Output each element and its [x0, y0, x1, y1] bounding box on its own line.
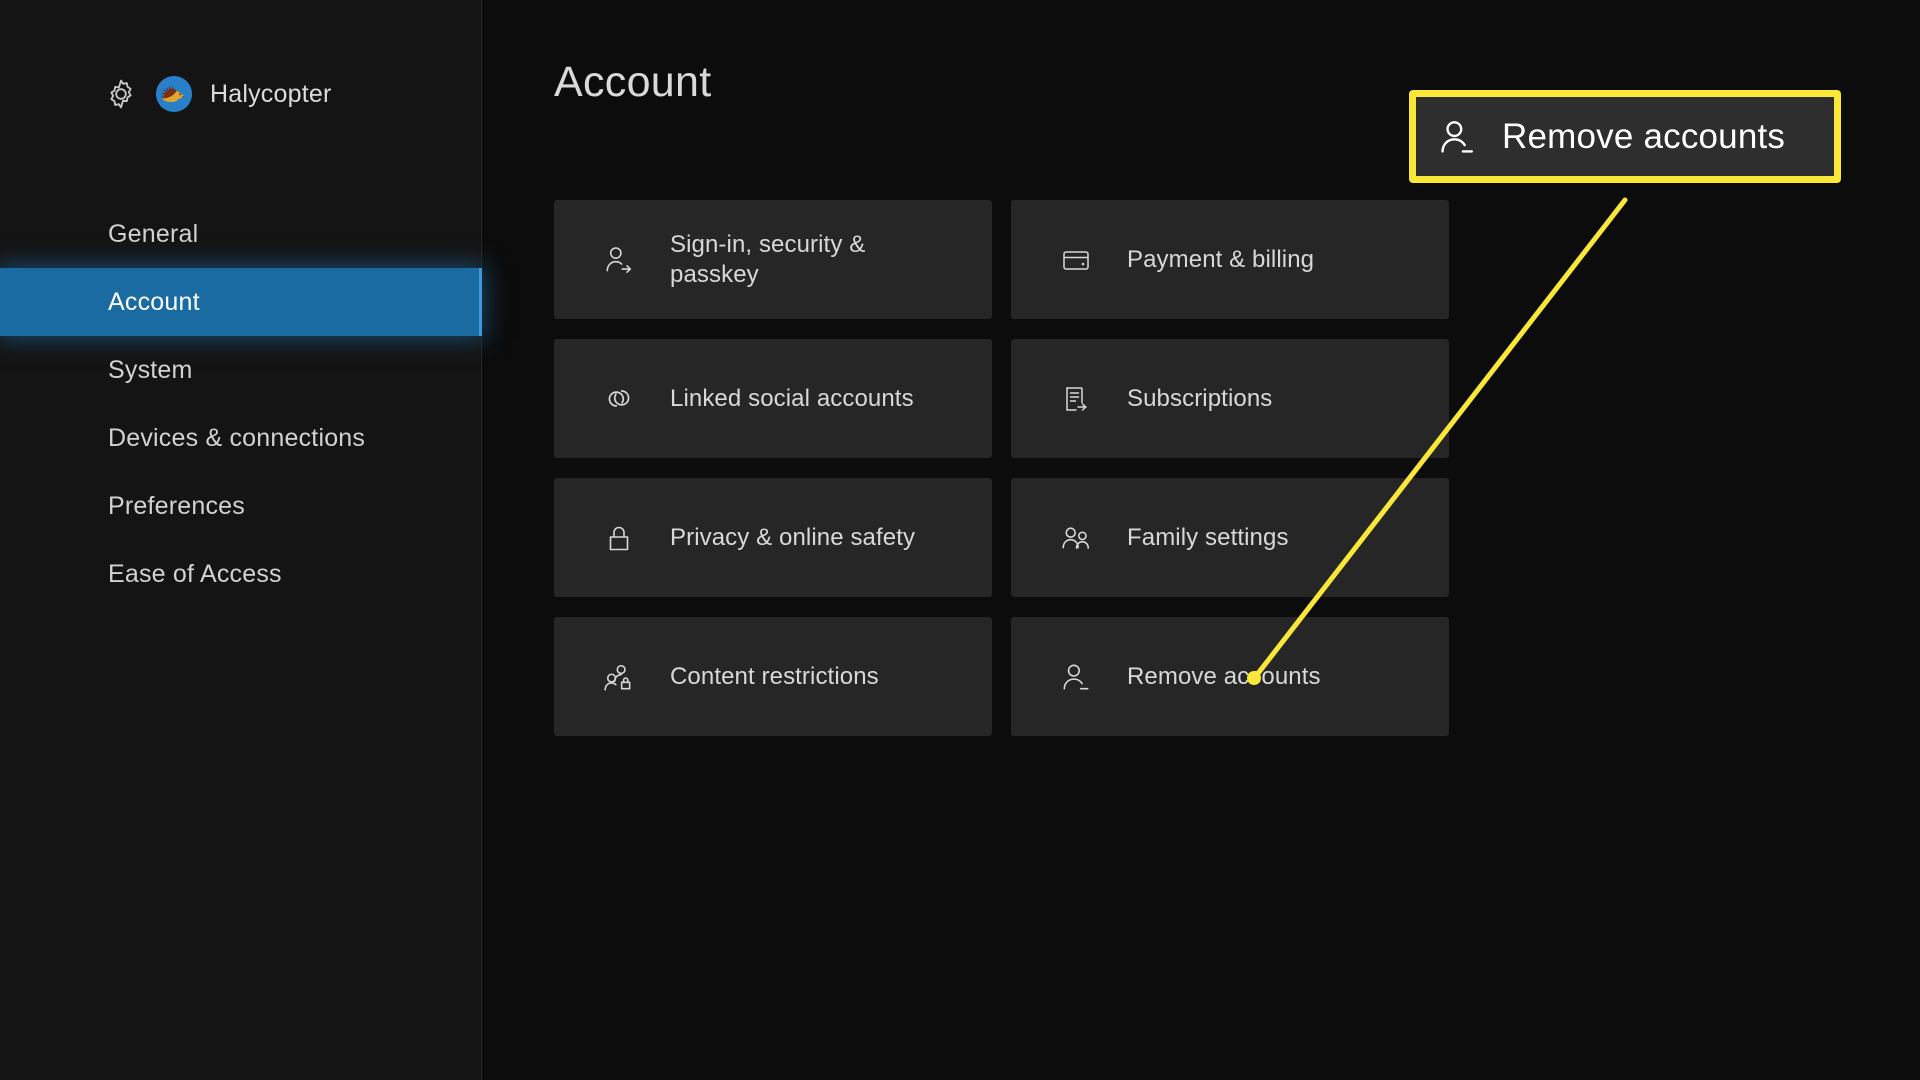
xbox-settings-screen: Halycopter General Account System Device… [0, 0, 1920, 1080]
document-arrow-icon [1057, 380, 1095, 418]
person-minus-icon [1436, 116, 1478, 158]
link-chain-icon [600, 380, 638, 418]
tile-family-settings[interactable]: Family settings [1011, 478, 1449, 597]
tile-privacy-online-safety[interactable]: Privacy & online safety [554, 478, 992, 597]
sidebar-nav: General Account System Devices & connect… [0, 200, 482, 608]
person-minus-icon [1057, 658, 1095, 696]
tile-payment-billing[interactable]: Payment & billing [1011, 200, 1449, 319]
sidebar-item-label: Devices & connections [108, 423, 366, 452]
avatar[interactable] [156, 76, 192, 112]
sidebar-item-general[interactable]: General [0, 200, 482, 268]
sidebar-item-devices-connections[interactable]: Devices & connections [0, 404, 482, 472]
profile-row[interactable]: Halycopter [104, 76, 332, 112]
credit-card-icon [1057, 241, 1095, 279]
sidebar-item-label: System [108, 355, 193, 384]
tile-subscriptions[interactable]: Subscriptions [1011, 339, 1449, 458]
callout-label: Remove accounts [1502, 116, 1786, 156]
callout-inner: Remove accounts [1416, 97, 1834, 176]
tile-label: Remove accounts [1127, 662, 1321, 690]
sidebar-item-account[interactable]: Account [0, 268, 482, 336]
tile-label: Family settings [1127, 523, 1289, 551]
sidebar-item-label: General [108, 219, 199, 248]
tile-sign-in-security-passkey[interactable]: Sign-in, security & passkey [554, 200, 992, 319]
sidebar-item-label: Ease of Access [108, 559, 282, 588]
tile-label: Content restrictions [670, 662, 879, 690]
profile-name: Halycopter [210, 79, 332, 108]
sidebar: Halycopter General Account System Device… [0, 0, 482, 1080]
padlock-icon [600, 519, 638, 557]
two-people-icon [1057, 519, 1095, 557]
sidebar-item-preferences[interactable]: Preferences [0, 472, 482, 540]
account-tile-grid: Sign-in, security & passkey Payment & bi… [554, 200, 1449, 736]
sidebar-item-label: Account [108, 287, 200, 316]
tile-content-restrictions[interactable]: Content restrictions [554, 617, 992, 736]
sidebar-item-label: Preferences [108, 491, 245, 520]
sidebar-item-system[interactable]: System [0, 336, 482, 404]
tile-label: Privacy & online safety [670, 523, 916, 551]
page-title: Account [554, 58, 712, 106]
tile-label: Subscriptions [1127, 384, 1273, 412]
tile-linked-social-accounts[interactable]: Linked social accounts [554, 339, 992, 458]
tile-label: Linked social accounts [670, 384, 914, 412]
people-lock-icon [600, 658, 638, 696]
remove-accounts-callout: Remove accounts [1409, 90, 1841, 183]
sidebar-item-ease-of-access[interactable]: Ease of Access [0, 540, 482, 608]
tile-remove-accounts[interactable]: Remove accounts [1011, 617, 1449, 736]
tile-label: Sign-in, security & passkey [670, 231, 866, 288]
gear-icon[interactable] [104, 77, 138, 111]
tile-label: Payment & billing [1127, 245, 1315, 273]
person-arrow-icon [600, 241, 638, 279]
